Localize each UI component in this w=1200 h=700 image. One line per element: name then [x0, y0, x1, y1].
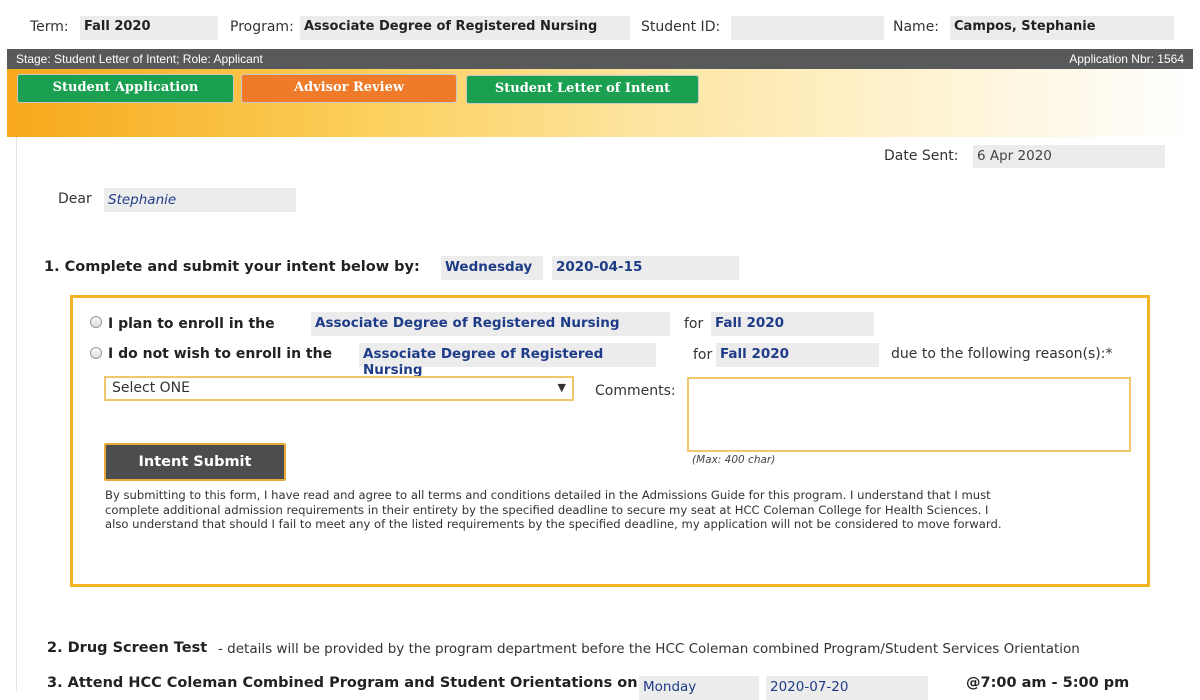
due-day-field: Wednesday [441, 256, 543, 280]
name-field: Campos, Stephanie [950, 16, 1174, 40]
intent-submit-button[interactable]: Intent Submit [104, 443, 286, 481]
comments-textarea[interactable] [687, 377, 1131, 452]
radio-enroll[interactable] [90, 316, 102, 328]
decline-term-field: Fall 2020 [716, 343, 879, 367]
chevron-down-icon: ▼ [557, 381, 566, 394]
enroll-program-field: Associate Degree of Registered Nursing [311, 312, 670, 336]
content-left-border [16, 137, 17, 691]
reason-select-value: Select ONE [112, 380, 190, 396]
term-field: Fall 2020 [80, 16, 218, 40]
dear-name-field: Stephanie [104, 188, 296, 212]
submission-disclaimer: By submitting to this form, I have read … [105, 488, 1002, 531]
decline-for-label: for [693, 347, 713, 363]
stage-text: Stage: Student Letter of Intent; Role: A… [16, 52, 263, 66]
decline-program-field: Associate Degree of Registered Nursing [359, 343, 656, 378]
due-date-field: 2020-04-15 [552, 256, 739, 280]
program-label: Program: [230, 19, 294, 35]
radio-decline[interactable] [90, 347, 102, 359]
tab-student-application[interactable]: Student Application [17, 74, 234, 103]
student-id-field [731, 16, 884, 40]
step3-date-field: 2020-07-20 [766, 676, 928, 700]
tab-advisor-review[interactable]: Advisor Review [241, 74, 457, 103]
program-field: Associate Degree of Registered Nursing [300, 16, 630, 40]
decline-option-label: I do not wish to enroll in the [108, 346, 333, 362]
step3-time: @7:00 am - 5:00 pm [966, 675, 1130, 691]
step3-heading: 3. Attend HCC Coleman Combined Program a… [47, 675, 638, 691]
application-number: Application Nbr: 1564 [1069, 52, 1184, 66]
tab-student-letter-of-intent[interactable]: Student Letter of Intent [466, 75, 699, 104]
comments-label: Comments: [595, 383, 676, 399]
date-sent-label: Date Sent: [884, 148, 959, 164]
dear-label: Dear [58, 191, 92, 207]
reason-label: due to the following reason(s):* [891, 346, 1113, 362]
enroll-option-label: I plan to enroll in the [108, 316, 275, 332]
stage-bar: Stage: Student Letter of Intent; Role: A… [7, 49, 1193, 69]
reason-select[interactable]: Select ONE ▼ [104, 376, 574, 401]
enroll-term-field: Fall 2020 [711, 312, 874, 336]
enroll-for-label: for [684, 316, 704, 332]
comments-max-note: (Max: 400 char) [692, 454, 776, 466]
student-id-label: Student ID: [641, 19, 721, 35]
date-sent-field: 6 Apr 2020 [973, 145, 1165, 168]
term-label: Term: [30, 19, 69, 35]
step3-day-field: Monday [639, 676, 759, 700]
step1-heading: 1. Complete and submit your intent below… [44, 259, 420, 275]
step2-heading: 2. Drug Screen Test [47, 640, 208, 656]
step2-detail: - details will be provided by the progra… [218, 641, 1080, 657]
name-label: Name: [893, 19, 940, 35]
